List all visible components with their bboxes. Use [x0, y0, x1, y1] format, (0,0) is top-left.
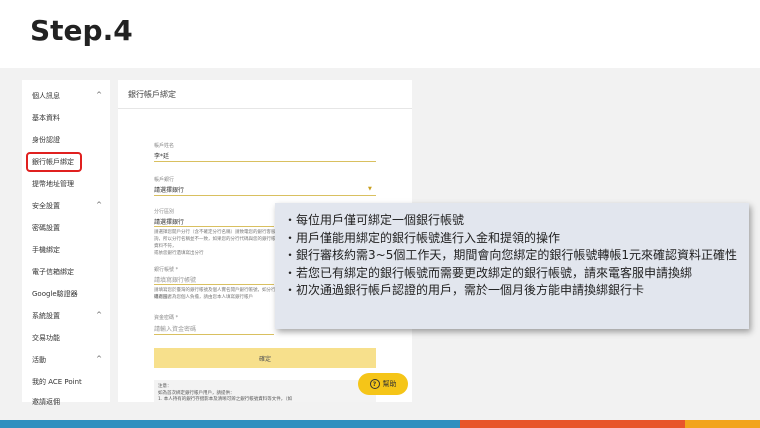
branch-help-text-2: 或依您銀行遺填寫出分行 — [154, 251, 204, 256]
question-icon: ? — [369, 379, 380, 389]
callout-line: ・每位用戶僅可綁定一個銀行帳號 — [284, 213, 465, 227]
chevron-up-icon[interactable]: ^ — [96, 91, 102, 99]
panel-divider — [118, 108, 412, 109]
holder-field[interactable]: 李*廷 — [154, 151, 169, 160]
note-line: 1. 本人持有的銀行存摺影本及清晰可辨之銀行帳號資料等文件，（如 — [158, 397, 292, 402]
bank-label: 帳戶銀行 — [154, 177, 175, 183]
field-underline — [154, 284, 274, 285]
highlight-box — [26, 152, 82, 172]
account-help-text-2: 遭退回者為您個人負擔，請由您本人填寫銀行帳戶 — [154, 295, 253, 300]
account-label: 銀行帳號 * — [154, 267, 179, 273]
footer-bar-orange — [460, 420, 685, 428]
branch-label: 分行區別 — [154, 209, 175, 215]
field-underline — [154, 161, 376, 162]
sidebar-item-basic-info[interactable]: 基本資料 — [32, 113, 60, 123]
sidebar-item-activity[interactable]: 活動 — [32, 355, 46, 365]
field-underline — [154, 334, 274, 335]
callout-line: ・初次通過銀行帳戶認證的用戶，需於一個月後方能申請換綁銀行卡 — [284, 283, 645, 297]
sidebar-item-phone[interactable]: 手機綁定 — [32, 245, 60, 255]
account-sidebar: 個人訊息 ^ 基本資料 身份認證 銀行帳戶綁定 提幣地址管理 安全設置 ^ 密碼… — [22, 80, 110, 406]
account-input[interactable]: 請填寫銀行帳號 — [154, 275, 196, 284]
callout-line: ・若您已有綁定的銀行帳號而需要更改綁定的銀行帳號，請來電客服申請換綁 — [284, 265, 693, 280]
field-underline — [154, 226, 274, 227]
help-button[interactable]: ? 幫助 — [358, 373, 408, 395]
branch-select[interactable]: 請選擇銀行 — [154, 217, 184, 226]
sidebar-item-system[interactable]: 系統設置 — [32, 311, 60, 321]
bank-select[interactable]: 請選擇銀行 — [154, 185, 184, 194]
branch-help-text: 請選擇您開戶分行（含不確定分行名稱）請致電您的銀行客服查詢，所以分行名稱並不一致… — [154, 230, 280, 249]
sidebar-item-security[interactable]: 安全設置 — [32, 201, 60, 211]
panel-title: 銀行帳戶綁定 — [128, 90, 176, 99]
chevron-up-icon[interactable]: ^ — [96, 355, 102, 363]
sidebar-item-trading[interactable]: 交易功能 — [32, 333, 60, 343]
sidebar-item-withdraw-address[interactable]: 提幣地址管理 — [32, 179, 74, 189]
footer-bar-yellow — [685, 420, 760, 428]
slide-title: Step.4 — [30, 14, 133, 47]
sidebar-item-ace-point[interactable]: 我的 ACE Point — [32, 377, 82, 387]
field-underline — [154, 195, 376, 196]
chevron-down-icon[interactable]: ▼ — [368, 186, 372, 192]
sidebar-item-google-auth[interactable]: Google驗證器 — [32, 289, 78, 299]
info-callout: ・每位用戶僅可綁定一個銀行帳號 ・用戶僅能用綁定的銀行帳號進行入金和提領的操作 … — [275, 203, 749, 329]
chevron-up-icon[interactable]: ^ — [96, 311, 102, 319]
callout-line: ・用戶僅能用綁定的銀行帳號進行入金和提領的操作 — [284, 230, 561, 245]
sidebar-item-identity[interactable]: 身份認證 — [32, 135, 60, 145]
help-label: 幫助 — [382, 380, 397, 388]
callout-line: ・銀行審核約需3~5個工作天，期間會向您綁定的銀行帳號轉帳1元來確認資料正確性 — [284, 248, 737, 262]
footer-bar-blue — [0, 420, 460, 428]
confirm-button[interactable]: 確定 — [154, 348, 376, 368]
sidebar-item-referral[interactable]: 邀請返佣 — [32, 397, 60, 407]
holder-label: 帳戶姓名 — [154, 143, 175, 149]
note-title: 注意： — [158, 384, 172, 389]
note-box: 注意： 如為首次綁定銀行帳戶用戶，請提供： 1. 本人持有的銀行存摺影本及清晰可… — [154, 380, 376, 402]
password-label: 資金密碼 * — [154, 315, 179, 321]
sidebar-item-password[interactable]: 密碼設置 — [32, 223, 60, 233]
sidebar-item-email[interactable]: 電子信箱綁定 — [32, 267, 74, 277]
fund-password-input[interactable]: 請輸入資金密碼 — [154, 324, 196, 333]
sidebar-item-personal-info[interactable]: 個人訊息 — [32, 91, 60, 101]
chevron-up-icon[interactable]: ^ — [96, 201, 102, 209]
